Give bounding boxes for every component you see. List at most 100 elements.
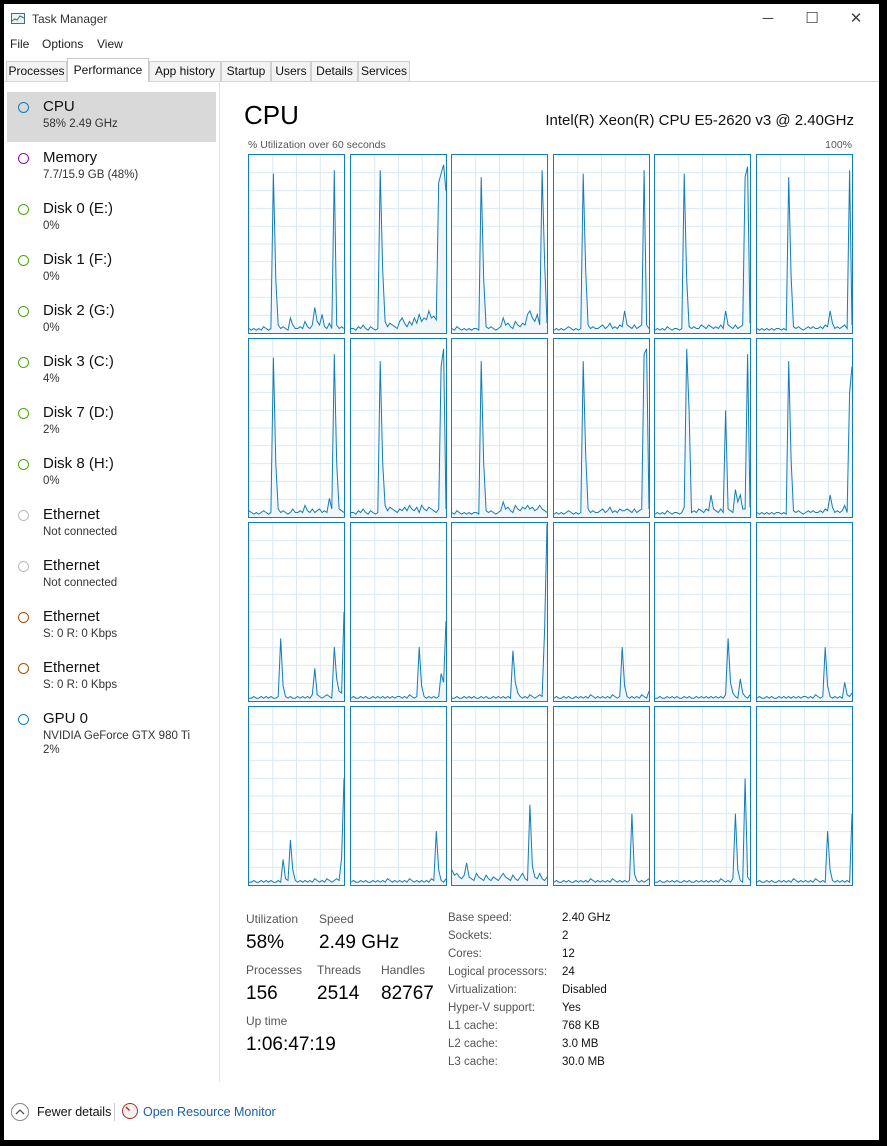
sidebar-item-detail: 58% 2.49 GHz	[43, 118, 118, 130]
sidebar-item-label: Disk 1 (F:)	[43, 251, 113, 268]
task-manager-window: Task Manager ─ ☐ ✕ File Options View Pro…	[4, 4, 879, 1140]
sidebar-item-detail: 4%	[43, 373, 60, 385]
spec-value: 3.0 MB	[562, 1038, 599, 1050]
cpu-core-graph	[552, 706, 650, 886]
cpu-core-graph	[756, 154, 853, 334]
spec-label: L3 cache:	[448, 1056, 498, 1068]
sidebar-item-detail: 2%	[43, 424, 60, 436]
cpu-core-graph	[451, 522, 549, 702]
cpu-core-graph	[552, 522, 650, 702]
cpu-core-graph	[349, 522, 447, 702]
spec-label: Base speed:	[448, 912, 512, 924]
tab-startup[interactable]: Startup	[221, 61, 271, 81]
tab-app-history[interactable]: App history	[149, 61, 221, 81]
close-button[interactable]: ✕	[834, 4, 878, 34]
spec-label: Logical processors:	[448, 966, 548, 978]
sidebar-item-disk-2[interactable]: Disk 2 (G:) 0%	[7, 296, 216, 346]
sidebar-item-detail: Not connected	[43, 577, 118, 589]
memory-indicator-icon	[18, 153, 29, 164]
sidebar-item-detail: 0%	[43, 271, 60, 283]
menu-view[interactable]: View	[97, 37, 123, 51]
disk-indicator-icon	[18, 204, 29, 215]
tab-services[interactable]: Services	[358, 61, 410, 81]
spec-label: L2 cache:	[448, 1038, 498, 1050]
handles-label: Handles	[381, 963, 426, 977]
resource-monitor-icon[interactable]	[122, 1103, 138, 1119]
tab-details[interactable]: Details	[311, 61, 358, 81]
cpu-core-graph	[349, 338, 447, 518]
menu-file[interactable]: File	[10, 37, 29, 51]
sidebar-item-ethernet-4[interactable]: Ethernet S: 0 R: 0 Kbps	[7, 653, 216, 703]
sidebar-item-label: Disk 8 (H:)	[43, 455, 114, 472]
sidebar-item-detail: 0%	[43, 475, 60, 487]
spec-label: Sockets:	[448, 930, 493, 942]
processes-value: 156	[246, 983, 278, 1004]
cpu-core-graph	[451, 338, 549, 518]
speed-label: Speed	[319, 912, 354, 926]
spec-value: 768 KB	[562, 1020, 600, 1032]
cpu-core-graph	[654, 522, 752, 702]
cpu-core-graph	[248, 522, 345, 702]
fewer-details-button[interactable]: Fewer details	[37, 1105, 111, 1119]
spec-value: Yes	[562, 1002, 581, 1014]
uptime-label: Up time	[246, 1014, 288, 1028]
cpu-core-graph	[552, 338, 650, 518]
cpu-core-graph	[451, 154, 549, 334]
minimize-button[interactable]: ─	[746, 4, 790, 34]
sidebar-item-label: Disk 7 (D:)	[43, 404, 114, 421]
sidebar-item-label: Memory	[43, 149, 98, 166]
cpu-indicator-icon	[18, 102, 29, 113]
sidebar-item-usage: 2%	[43, 744, 60, 756]
cpu-core-graph	[756, 706, 853, 886]
sidebar-item-disk-3[interactable]: Disk 3 (C:) 4%	[7, 347, 216, 397]
sidebar-item-label: Ethernet	[43, 506, 100, 523]
sidebar-item-label: Disk 2 (G:)	[43, 302, 115, 319]
cpu-core-graph	[654, 338, 752, 518]
title-bar[interactable]: Task Manager ─ ☐ ✕	[4, 4, 879, 34]
cpu-core-graph	[248, 154, 345, 334]
sidebar-item-disk-7[interactable]: Disk 7 (D:) 2%	[7, 398, 216, 448]
graph-max-label: 100%	[825, 139, 852, 151]
maximize-button[interactable]: ☐	[790, 4, 834, 34]
disk-indicator-icon	[18, 408, 29, 419]
disk-indicator-icon	[18, 306, 29, 317]
handles-value: 82767	[381, 983, 434, 1004]
chevron-up-icon[interactable]	[11, 1103, 29, 1121]
sidebar-item-disk-0[interactable]: Disk 0 (E:) 0%	[7, 194, 216, 244]
spec-label: Virtualization:	[448, 984, 517, 996]
sidebar-item-ethernet-3[interactable]: Ethernet S: 0 R: 0 Kbps	[7, 602, 216, 652]
ethernet-indicator-icon	[18, 663, 29, 674]
sidebar-item-detail: 0%	[43, 220, 60, 232]
tab-performance[interactable]: Performance	[67, 58, 149, 82]
sidebar-item-memory[interactable]: Memory 7.7/15.9 GB (48%)	[7, 143, 216, 193]
resource-sidebar: CPU 58% 2.49 GHz Memory 7.7/15.9 GB (48%…	[4, 82, 220, 1082]
spec-value: 24	[562, 966, 575, 978]
open-resource-monitor-link[interactable]: Open Resource Monitor	[143, 1105, 276, 1119]
sidebar-item-label: Disk 0 (E:)	[43, 200, 114, 217]
page-title: CPU	[244, 100, 299, 130]
cpu-core-graph	[756, 522, 853, 702]
spec-value: 12	[562, 948, 575, 960]
sidebar-item-cpu[interactable]: CPU 58% 2.49 GHz	[7, 92, 216, 142]
disk-indicator-icon	[18, 459, 29, 470]
sidebar-item-detail: 7.7/15.9 GB (48%)	[43, 169, 139, 181]
tab-users[interactable]: Users	[271, 61, 311, 81]
threads-value: 2514	[317, 983, 360, 1004]
ethernet-indicator-icon	[18, 612, 29, 623]
sidebar-item-gpu-0[interactable]: GPU 0 NVIDIA GeForce GTX 980 Ti 2%	[7, 704, 216, 768]
tab-processes[interactable]: Processes	[6, 61, 67, 81]
menu-options[interactable]: Options	[42, 37, 83, 51]
sidebar-item-label: Ethernet	[43, 608, 100, 625]
cpu-core-graph	[451, 706, 549, 886]
sidebar-item-ethernet-2[interactable]: Ethernet Not connected	[7, 551, 216, 601]
cpu-core-graph	[349, 154, 447, 334]
spec-label: L1 cache:	[448, 1020, 498, 1032]
graph-caption: % Utilization over 60 seconds	[248, 139, 386, 151]
cpu-core-graph	[654, 154, 752, 334]
sidebar-item-disk-1[interactable]: Disk 1 (F:) 0%	[7, 245, 216, 295]
ethernet-indicator-icon	[18, 510, 29, 521]
sidebar-item-disk-8[interactable]: Disk 8 (H:) 0%	[7, 449, 216, 499]
sidebar-item-ethernet-1[interactable]: Ethernet Not connected	[7, 500, 216, 550]
sidebar-item-label: Disk 3 (C:)	[43, 353, 114, 370]
sidebar-item-label: GPU 0	[43, 710, 89, 727]
